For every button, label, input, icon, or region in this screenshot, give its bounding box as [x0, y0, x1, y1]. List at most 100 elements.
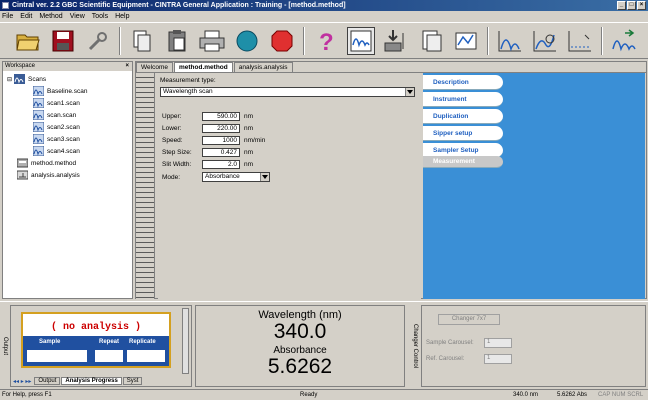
menu-view[interactable]: View — [70, 13, 85, 20]
tab-nav-arrows-icon[interactable]: ◂◂ ▸ ▸▸ — [13, 378, 31, 385]
method-icon — [17, 158, 28, 168]
tab-method[interactable]: method.method — [173, 62, 233, 72]
slit-width-unit: nm — [244, 161, 254, 168]
download-icon[interactable] — [382, 27, 410, 55]
tree-item-label: scan1.scan — [47, 99, 80, 107]
lower-field[interactable]: 220.00 — [202, 124, 240, 133]
scan-icon[interactable] — [347, 26, 375, 55]
output-bottom-tabs: ◂◂ ▸ ▸▸ Output Analysis Progress Syst — [13, 376, 143, 386]
no-analysis-text: ( no analysis ) — [50, 322, 141, 333]
upper-field[interactable]: 590.00 — [202, 112, 240, 121]
output-pane-strip[interactable]: Output — [0, 305, 9, 387]
wrench-icon[interactable] — [84, 27, 112, 55]
side-tab-duplication[interactable]: Duplication — [423, 109, 503, 124]
side-tab-description[interactable]: Description — [423, 75, 503, 90]
app-icon — [2, 2, 9, 9]
start-icon[interactable] — [233, 27, 261, 55]
tab-output[interactable]: Output — [34, 377, 61, 385]
side-tab-instrument[interactable]: Instrument — [423, 92, 503, 107]
settings-tab-panel: Description Instrument Duplication Sippe… — [423, 73, 645, 299]
svg-text:?: ? — [319, 29, 334, 54]
repeat-cell — [95, 350, 123, 362]
step-size-field[interactable]: 0.427 — [202, 148, 240, 157]
measurement-type-select[interactable]: Wavelength scan — [160, 87, 415, 97]
status-wavelength: 340.0 nm — [513, 392, 539, 398]
tree-item-scan[interactable]: scan.scan — [33, 110, 76, 120]
tab-system[interactable]: Syst — [122, 377, 143, 385]
sample-carousel-value: 1 — [487, 339, 491, 345]
save-icon[interactable] — [49, 27, 77, 55]
toolbar-separator — [119, 26, 121, 55]
method-panel: Measurement type: Wavelength scan Upper:… — [136, 72, 646, 299]
mode-select[interactable]: Absorbance — [202, 172, 270, 182]
tree-item-method[interactable]: method.method — [17, 158, 76, 168]
baseline-icon[interactable] — [566, 27, 594, 55]
tab-analysis[interactable]: analysis.analysis — [233, 62, 293, 72]
tab-welcome[interactable]: Welcome — [136, 62, 173, 72]
close-button[interactable]: × — [637, 1, 646, 10]
graph-icon[interactable] — [452, 27, 480, 55]
speed-label: Speed: — [162, 137, 183, 144]
menu-edit[interactable]: Edit — [20, 13, 32, 20]
ref-carousel-label: Ref. Carousel: — [426, 356, 465, 362]
spectrum-icon[interactable] — [496, 27, 524, 55]
side-tab-sipper-setup[interactable]: Sipper setup — [423, 126, 503, 141]
changer-button[interactable]: Changer 7x7 — [438, 314, 500, 325]
slit-width-label: Slit Width: — [162, 161, 192, 168]
changer-pane-strip[interactable]: Changer Control — [410, 305, 419, 387]
report-icon[interactable] — [417, 27, 445, 55]
document-tabs: Welcome method.method analysis.analysis — [136, 62, 294, 72]
smooth-icon[interactable] — [610, 27, 638, 55]
tree-item-baseline-scan[interactable]: Baseline.scan — [33, 86, 87, 96]
open-folder-icon[interactable] — [14, 27, 42, 55]
collapse-icon[interactable]: ⊟ — [7, 76, 12, 83]
analysis-icon — [17, 170, 28, 180]
step-size-label: Step Size: — [162, 149, 192, 156]
chevron-down-icon[interactable] — [260, 173, 269, 181]
tree-item-analysis[interactable]: analysis.analysis — [17, 170, 80, 180]
measurement-type-value: Wavelength scan — [163, 88, 213, 95]
tree-item-scan2[interactable]: scan2.scan — [33, 122, 80, 132]
chevron-down-icon[interactable] — [405, 88, 414, 96]
column-header-repeat: Repeat — [99, 339, 120, 345]
restore-button[interactable]: □ — [627, 1, 636, 10]
toolbar: ? — [0, 22, 648, 59]
wavelength-value: 340.0 — [273, 320, 327, 343]
slit-width-field[interactable]: 2.0 — [202, 160, 240, 169]
status-help-text: For Help, press F1 — [2, 392, 52, 398]
analysis-table: Sample Repeat Replicate — [23, 336, 169, 366]
notebook-binding — [136, 73, 155, 299]
print-icon[interactable] — [198, 27, 226, 55]
zoom-icon[interactable] — [531, 27, 559, 55]
paste-icon[interactable] — [163, 27, 191, 55]
speed-unit: nm/min — [244, 137, 266, 144]
help-icon[interactable]: ? — [312, 27, 340, 55]
copy-icon[interactable] — [128, 27, 156, 55]
toolbar-separator — [487, 26, 489, 55]
close-icon[interactable]: × — [125, 62, 129, 71]
tree-item-scan1[interactable]: scan1.scan — [33, 98, 80, 108]
tree-item-scans-folder[interactable]: ⊟ Scans — [7, 74, 46, 84]
title-bar: Cintral ver. 2.2 GBC Scientific Equipmen… — [0, 0, 648, 11]
tree-item-label: scan3.scan — [47, 135, 80, 143]
sample-carousel-stepper[interactable]: 1 — [484, 338, 512, 348]
menu-file[interactable]: File — [2, 13, 13, 20]
toolbar-separator — [303, 26, 305, 55]
ref-carousel-stepper[interactable]: 1 — [484, 354, 512, 364]
speed-field[interactable]: 1000 — [202, 136, 240, 145]
stop-icon[interactable] — [268, 27, 296, 55]
menu-help[interactable]: Help — [115, 13, 129, 20]
mode-label: Mode: — [162, 174, 181, 181]
menu-tools[interactable]: Tools — [92, 13, 108, 20]
output-scrollbar[interactable] — [182, 308, 189, 374]
folder-scan-icon — [14, 74, 26, 84]
minimize-button[interactable]: _ — [617, 1, 626, 10]
tab-analysis-progress[interactable]: Analysis Progress — [61, 377, 122, 385]
status-absorbance: 5.6262 Abs — [557, 392, 588, 398]
tree-item-scan4[interactable]: scan4.scan — [33, 146, 80, 156]
scan-icon — [33, 134, 44, 144]
menu-method[interactable]: Method — [39, 13, 62, 20]
scan-icon — [33, 122, 44, 132]
side-tab-measurement[interactable]: Measurement — [423, 156, 503, 168]
tree-item-scan3[interactable]: scan3.scan — [33, 134, 80, 144]
